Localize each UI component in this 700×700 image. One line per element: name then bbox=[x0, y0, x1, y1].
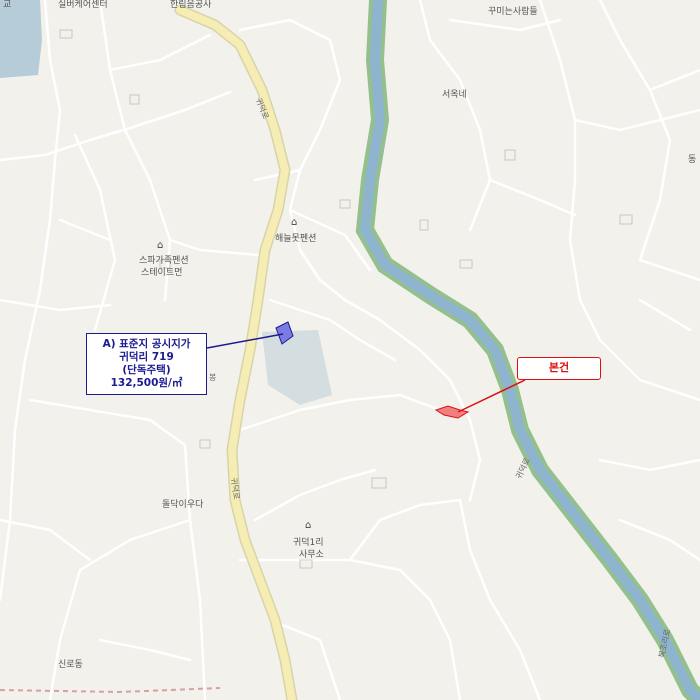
place-label-haeneul: 해늘못펜션 bbox=[275, 234, 317, 244]
place-label-dolmu: 돌닥이우다 bbox=[162, 500, 204, 510]
water-body bbox=[0, 0, 42, 78]
place-label-top-left-center: 실버케어센터 bbox=[58, 0, 108, 10]
place-label-office-line2: 사무소 bbox=[299, 550, 324, 560]
standard-land-price: 132,500원/㎡ bbox=[110, 377, 183, 389]
building-icon: ⌂ bbox=[291, 217, 298, 228]
place-label-top-left-edge: 교 bbox=[3, 0, 12, 10]
place-label-bottom-left: 신로동 bbox=[58, 660, 83, 670]
standard-land-usage: (단독주택) bbox=[122, 364, 171, 376]
building-icon: ⌂ bbox=[157, 240, 164, 251]
map-view[interactable]: 한림음공사 실버케어센터 교 꾸미는사람들 서옥네 동 ⌂ 해늘못펜션 ⌂ 스파… bbox=[0, 0, 700, 700]
river-bank bbox=[355, 0, 700, 700]
boundary-line bbox=[0, 687, 221, 694]
place-label-spa-line2: 스테이트먼 bbox=[141, 268, 183, 278]
place-label-top-right: 꾸미는사람들 bbox=[488, 7, 538, 17]
place-label-road-west-mid: 봉 bbox=[209, 373, 217, 382]
place-label-top-center: 한림음공사 bbox=[170, 0, 212, 10]
standard-land-callout[interactable]: A) 표준지 공시지가 귀덕리 719 (단독주택) 132,500원/㎡ bbox=[86, 333, 207, 395]
subject-callout[interactable]: 본건 bbox=[517, 357, 601, 380]
place-label-right-edge: 동 bbox=[688, 155, 697, 165]
standard-land-title: A) 표준지 공시지가 bbox=[102, 338, 191, 350]
standard-land-address: 귀덕리 719 bbox=[119, 351, 174, 363]
green-area bbox=[262, 330, 332, 405]
place-label-seouk: 서옥네 bbox=[442, 90, 467, 100]
building-icon: ⌂ bbox=[305, 520, 312, 531]
river bbox=[359, 0, 700, 700]
